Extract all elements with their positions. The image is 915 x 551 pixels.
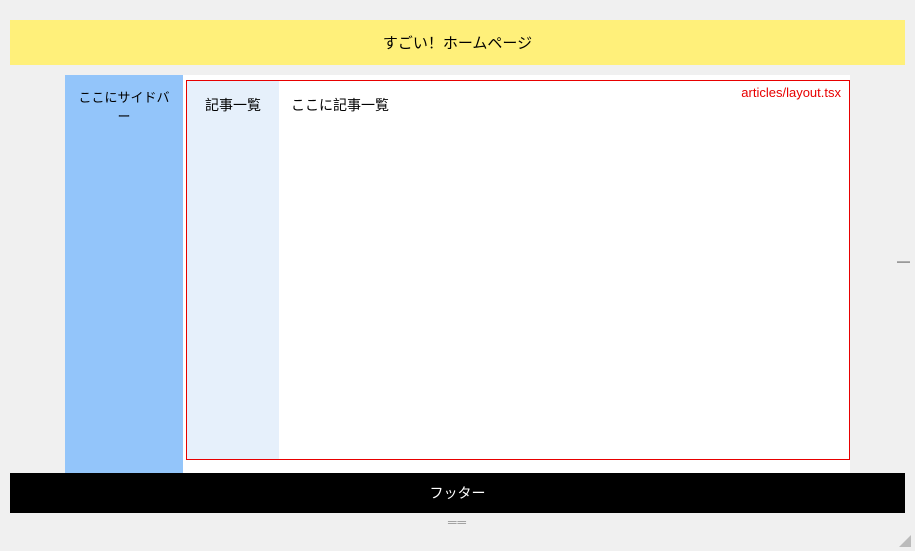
page-title: すごい！ホームページ bbox=[383, 35, 532, 52]
footer-text: フッター bbox=[430, 485, 486, 501]
sidebar-text: ここにサイドバー bbox=[78, 90, 169, 124]
resize-corner-icon[interactable] bbox=[899, 535, 911, 547]
articles-content: ここに記事一覧 bbox=[279, 81, 849, 459]
page-footer: フッター bbox=[10, 473, 905, 513]
layout-file-label: articles/layout.tsx bbox=[741, 85, 841, 100]
bottom-drag-handle-icon[interactable]: ══ bbox=[10, 513, 905, 531]
layout-box: articles/layout.tsx 記事一覧 ここに記事一覧 bbox=[186, 80, 850, 460]
articles-sidebar-text: 記事一覧 bbox=[205, 97, 261, 113]
articles-content-text: ここに記事一覧 bbox=[291, 97, 389, 113]
page-header: すごい！ホームページ bbox=[10, 20, 905, 65]
right-drag-handle-icon[interactable]: || bbox=[897, 260, 913, 261]
right-gap bbox=[850, 75, 905, 473]
articles-sidebar: 記事一覧 bbox=[187, 81, 279, 459]
body-section: ここにサイドバー articles/layout.tsx 記事一覧 ここに記事一… bbox=[10, 75, 905, 473]
left-gap bbox=[10, 75, 65, 473]
main-sidebar: ここにサイドバー bbox=[65, 75, 183, 473]
main-area: articles/layout.tsx 記事一覧 ここに記事一覧 bbox=[183, 75, 850, 473]
